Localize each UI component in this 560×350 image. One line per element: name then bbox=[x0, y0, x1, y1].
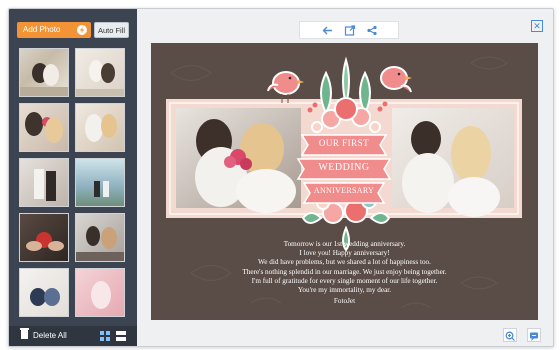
message-line: Tomorrow is our 1st wedding anniversary. bbox=[283, 240, 406, 248]
photo-thumbnail[interactable] bbox=[75, 213, 125, 262]
photo-thumbnail[interactable] bbox=[19, 268, 69, 317]
plus-circle-icon: + bbox=[77, 25, 87, 35]
auto-fill-button[interactable]: Auto Fill bbox=[94, 22, 129, 38]
anniversary-message: Tomorrow is our 1st wedding anniversary.… bbox=[151, 240, 538, 306]
photo-thumbnail[interactable] bbox=[75, 268, 125, 317]
photo-thumbnail[interactable] bbox=[19, 213, 69, 262]
list-view-icon[interactable] bbox=[116, 331, 126, 341]
signature: FotoJet bbox=[333, 297, 356, 306]
arrow-left-icon[interactable] bbox=[322, 25, 334, 36]
share-icon[interactable] bbox=[366, 25, 378, 36]
photo-thumbnail[interactable] bbox=[19, 158, 69, 207]
thumbnail-image bbox=[34, 169, 56, 201]
editor-window: Add Photo + Auto Fill Delete All ✕ OUR F… bbox=[8, 8, 554, 347]
photo-thumbnail[interactable] bbox=[75, 103, 125, 152]
anniversary-banner: OUR FIRST WEDDING ANNIVERSARY bbox=[296, 129, 392, 213]
chat-button[interactable] bbox=[527, 328, 541, 342]
message-line: There's nothing splendid in our marriage… bbox=[242, 267, 447, 276]
thumbnail-image bbox=[76, 60, 124, 96]
message-line: You're my immortality, my dear. bbox=[297, 286, 392, 295]
close-icon[interactable]: ✕ bbox=[531, 20, 543, 32]
thumbnail-image bbox=[25, 112, 63, 143]
delete-all-button[interactable]: Delete All bbox=[20, 328, 67, 342]
photo-thumbnail[interactable] bbox=[19, 103, 69, 152]
banner-line-1: OUR FIRST bbox=[318, 138, 370, 148]
message-line: I'm full of gratitude for every single m… bbox=[251, 276, 438, 285]
grid-view-icon[interactable] bbox=[100, 331, 110, 341]
message-line: We did have problems, but we shared a lo… bbox=[258, 258, 431, 267]
chat-icon bbox=[530, 332, 538, 341]
thumbnail-image bbox=[76, 226, 124, 261]
collage-canvas[interactable]: OUR FIRST WEDDING ANNIVERSARY Tomorrow i… bbox=[151, 43, 538, 320]
trash-icon bbox=[20, 328, 29, 339]
photo-sidebar: Add Photo + Auto Fill Delete All bbox=[9, 9, 137, 346]
banner-line-2: WEDDING bbox=[318, 162, 370, 173]
thumbnail-image bbox=[91, 281, 111, 309]
add-photo-label: Add Photo bbox=[23, 25, 61, 34]
sidebar-bottom-bar: Delete All bbox=[9, 326, 137, 346]
open-external-icon[interactable] bbox=[344, 25, 356, 36]
photo-thumbnail[interactable] bbox=[75, 48, 125, 97]
delete-all-label: Delete All bbox=[33, 331, 67, 340]
thumbnail-image bbox=[20, 63, 68, 96]
add-photo-button[interactable]: Add Photo + bbox=[17, 22, 91, 38]
zoom-in-icon bbox=[505, 331, 515, 341]
top-toolbar bbox=[299, 21, 399, 39]
auto-fill-label: Auto Fill bbox=[97, 26, 126, 35]
zoom-in-button[interactable] bbox=[503, 328, 517, 342]
thumbnail-image bbox=[85, 114, 117, 142]
thumbnail-image bbox=[94, 181, 109, 197]
photo-thumbnail[interactable] bbox=[75, 158, 125, 207]
photo-thumbnail[interactable] bbox=[19, 48, 69, 97]
message-line: I love you! Happy anniversary! bbox=[299, 249, 390, 258]
thumbnail-image bbox=[26, 232, 64, 251]
thumbnail-image bbox=[30, 288, 60, 306]
banner-line-3: ANNIVERSARY bbox=[313, 186, 375, 195]
